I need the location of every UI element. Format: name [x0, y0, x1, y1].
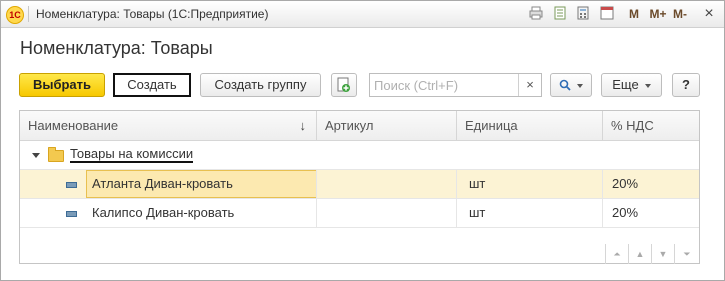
- search-input[interactable]: Поиск (Ctrl+F) ×: [369, 73, 542, 97]
- app-logo[interactable]: 1С: [6, 6, 24, 24]
- folder-icon: [48, 141, 64, 169]
- column-header-article[interactable]: Артикул: [316, 111, 456, 140]
- calculator-icon[interactable]: [577, 6, 589, 22]
- cell-article[interactable]: [316, 199, 456, 227]
- magnifier-icon: [559, 79, 571, 91]
- more-label: Еще: [612, 77, 639, 92]
- memory-m-button[interactable]: M: [627, 6, 641, 22]
- column-header-vat[interactable]: % НДС: [602, 111, 699, 140]
- cell-unit[interactable]: шт: [456, 170, 602, 198]
- memory-plus-button[interactable]: M+: [648, 6, 668, 22]
- window-title: Номенклатура: Товары (1С:Предприятие): [36, 7, 269, 21]
- cell-unit[interactable]: шт: [456, 199, 602, 227]
- select-button[interactable]: Выбрать: [19, 73, 105, 97]
- item-icon: [66, 199, 77, 227]
- memory-minus-button[interactable]: M-: [670, 6, 690, 22]
- cell-name[interactable]: Атланта Диван-кровать: [86, 170, 317, 198]
- calendar-icon[interactable]: [600, 6, 614, 22]
- scroll-up-icon[interactable]: ▲: [628, 244, 651, 264]
- group-name-text: Товары на комиссии: [70, 146, 194, 163]
- chevron-down-icon: [644, 83, 651, 88]
- page-title: Номенклатура: Товары: [20, 38, 213, 58]
- print-icon[interactable]: [529, 6, 543, 22]
- close-icon[interactable]: ×: [700, 6, 718, 22]
- table-row[interactable]: Атланта Диван-кровать шт 20%: [20, 170, 699, 199]
- add-copy-icon: [337, 77, 350, 92]
- title-bar: 1С Номенклатура: Товары (1С:Предприятие)…: [1, 1, 724, 28]
- group-row[interactable]: Товары на комиссии: [20, 141, 699, 170]
- title-separator: [28, 6, 29, 22]
- clear-search-icon[interactable]: ×: [518, 74, 541, 96]
- column-header-name[interactable]: Наименование ↓: [20, 111, 316, 140]
- cell-article[interactable]: [316, 170, 456, 198]
- search-placeholder: Поиск (Ctrl+F): [374, 78, 459, 93]
- help-button[interactable]: ?: [672, 73, 700, 97]
- cell-vat[interactable]: 20%: [602, 199, 699, 227]
- scroll-nav: ⏶ ▲ ▼ ⏷: [605, 244, 699, 264]
- cell-vat[interactable]: 20%: [602, 170, 699, 198]
- create-button[interactable]: Создать: [113, 73, 191, 97]
- group-name: Товары на комиссии: [70, 141, 194, 167]
- column-header-name-label: Наименование: [28, 118, 119, 133]
- create-group-button[interactable]: Создать группу: [200, 73, 321, 97]
- cell-name[interactable]: Калипсо Диван-кровать: [86, 199, 317, 227]
- item-icon: [66, 170, 77, 198]
- table-row[interactable]: Калипсо Диван-кровать шт 20%: [20, 199, 699, 228]
- more-button[interactable]: Еще: [601, 73, 662, 97]
- items-table: Наименование ↓ Артикул Единица % НДС Тов…: [19, 110, 700, 264]
- copy-add-button[interactable]: [331, 73, 357, 97]
- column-header-unit[interactable]: Единица: [456, 111, 602, 140]
- scroll-down-icon[interactable]: ▼: [651, 244, 674, 264]
- scroll-last-icon[interactable]: ⏷: [674, 244, 699, 264]
- table-header: Наименование ↓ Артикул Единица % НДС: [20, 111, 699, 141]
- sort-arrow-icon: ↓: [299, 118, 307, 133]
- document-icon[interactable]: [554, 6, 566, 22]
- scroll-first-icon[interactable]: ⏶: [605, 244, 628, 264]
- chevron-down-icon: [577, 83, 583, 88]
- app-window: 1С Номенклатура: Товары (1С:Предприятие)…: [0, 0, 725, 281]
- search-options-button[interactable]: [550, 73, 592, 97]
- expand-triangle-icon[interactable]: [32, 141, 40, 169]
